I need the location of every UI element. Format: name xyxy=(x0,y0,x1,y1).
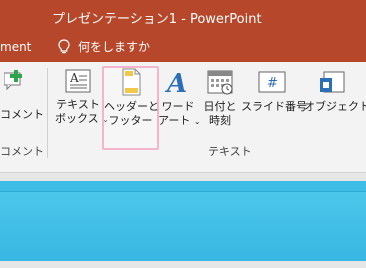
svg-text:A: A xyxy=(164,69,187,96)
comment-label: コメント xyxy=(0,108,44,121)
slide-number-button[interactable]: # スライド番号 xyxy=(241,68,307,114)
title-bar: プレゼンテーション1 - PowerPoint xyxy=(0,0,366,34)
text-group-label: テキスト xyxy=(208,145,252,158)
textbox-button[interactable]: A テキスト ボックス ⌄ xyxy=(55,68,109,127)
slide-canvas[interactable] xyxy=(0,181,366,261)
comment-button[interactable]: コメント xyxy=(0,68,44,122)
ribbon: コメント コメント A テキスト ボックス ⌄ ヘッダーと フッター A ワード… xyxy=(0,62,366,173)
new-comment-icon xyxy=(0,68,38,92)
window-title: プレゼンテーション1 - PowerPoint xyxy=(52,12,262,27)
tell-me-text: 何をしますか xyxy=(78,40,151,54)
header-footer-icon xyxy=(104,68,157,96)
lightbulb-icon xyxy=(58,38,70,55)
wordart-label-2: アート xyxy=(158,114,191,127)
object-label: オブジェクト xyxy=(304,100,366,113)
date-time-button[interactable]: 日付と 時刻 xyxy=(200,68,240,128)
object-button[interactable]: オブジェクト xyxy=(304,68,366,114)
svg-text:#: # xyxy=(267,76,278,91)
header-footer-label-2: フッター xyxy=(108,114,153,127)
date-time-label-2: 時刻 xyxy=(209,114,231,127)
wordart-button[interactable]: A ワード アート ⌄ xyxy=(158,68,201,129)
tell-me-box[interactable]: 何をしますか xyxy=(58,38,150,55)
slide-pane xyxy=(0,173,366,268)
slide-number-label: スライド番号 xyxy=(241,100,307,113)
tab-fragment[interactable]: ment xyxy=(0,40,31,54)
tab-bar: ment 何をしますか xyxy=(0,34,366,62)
calendar-icon xyxy=(200,68,240,96)
comment-group-label: コメント xyxy=(0,145,44,158)
object-icon xyxy=(304,68,362,96)
textbox-icon: A xyxy=(55,68,101,94)
group-separator xyxy=(47,68,48,158)
slide-number-icon: # xyxy=(241,68,303,96)
textbox-label-2: ボックス xyxy=(55,112,99,125)
date-time-label-1: 日付と xyxy=(203,100,237,113)
slide-top-strip xyxy=(0,181,366,191)
header-footer-button[interactable]: ヘッダーと フッター xyxy=(104,68,159,128)
header-footer-label-1: ヘッダーと xyxy=(104,100,159,113)
wordart-label-1: ワード xyxy=(161,100,195,113)
slide-divider xyxy=(0,191,366,192)
wordart-icon: A xyxy=(158,68,198,96)
textbox-label-1: テキスト xyxy=(56,98,100,111)
svg-text:A: A xyxy=(69,71,79,85)
